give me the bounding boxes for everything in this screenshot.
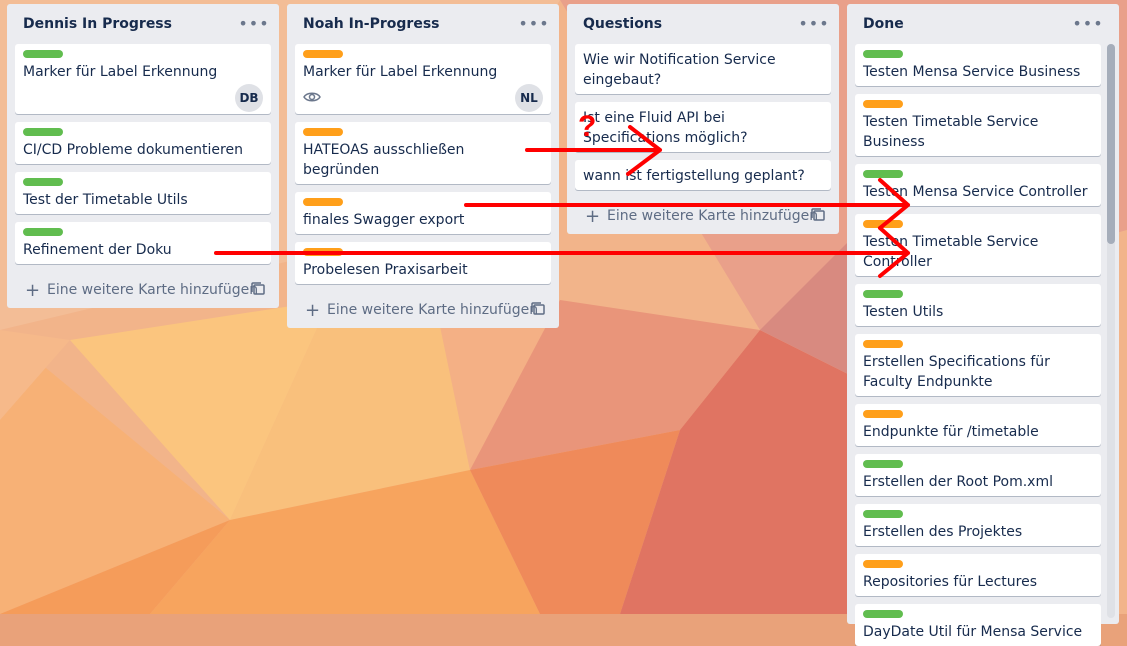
card-title: Ist eine Fluid API bei Specifications mö… (583, 110, 748, 146)
card[interactable]: Wie wir Notification Service eingebaut? (575, 44, 831, 94)
card[interactable]: Testen Utils (855, 284, 1101, 326)
card[interactable]: Refinement der Doku (15, 222, 271, 264)
card-title: CI/CD Probleme dokumentieren (23, 142, 243, 158)
card-title: finales Swagger export (303, 212, 465, 228)
label-green[interactable] (863, 610, 903, 618)
label-orange[interactable] (303, 198, 343, 206)
label-orange[interactable] (303, 248, 343, 256)
plus-icon: + (305, 299, 321, 321)
card[interactable]: Marker für Label Erkennung NL (295, 44, 551, 114)
card[interactable]: Probelesen Praxisarbeit (295, 242, 551, 284)
list-title[interactable]: Done (863, 16, 904, 32)
card[interactable]: Testen Mensa Service Controller (855, 164, 1101, 206)
label-orange[interactable] (863, 220, 903, 228)
label-green[interactable] (23, 178, 63, 186)
card-template-icon[interactable] (251, 282, 265, 296)
card-title: wann ist fertigstellung geplant? (583, 168, 805, 184)
label-green[interactable] (863, 170, 903, 178)
add-card-label: Eine weitere Karte hinzufügen (607, 208, 819, 224)
label-orange[interactable] (303, 128, 343, 136)
card-title: Testen Timetable Service Controller (863, 234, 1039, 270)
label-green[interactable] (23, 128, 63, 136)
card[interactable]: CI/CD Probleme dokumentieren (15, 122, 271, 164)
card-badges: DB (23, 84, 263, 112)
card-title: Testen Utils (863, 304, 944, 320)
card[interactable]: Testen Timetable Service Business (855, 94, 1101, 156)
card-title: Refinement der Doku (23, 242, 172, 258)
card-title: Erstellen der Root Pom.xml (863, 474, 1053, 490)
label-orange[interactable] (863, 340, 903, 348)
card-badges: NL (303, 84, 543, 112)
card[interactable]: wann ist fertigstellung geplant? (575, 160, 831, 190)
card-title: Wie wir Notification Service eingebaut? (583, 52, 776, 88)
list-questions: Questions ••• Wie wir Notification Servi… (567, 4, 839, 234)
label-green[interactable] (23, 50, 63, 58)
card[interactable]: Ist eine Fluid API bei Specifications mö… (575, 102, 831, 152)
card[interactable]: Repositories für Lectures (855, 554, 1101, 596)
card-title: Erstellen des Projektes (863, 524, 1023, 540)
list-header: Done ••• (855, 4, 1103, 44)
list-header: Noah In-Progress ••• (295, 4, 551, 44)
list-title[interactable]: Noah In-Progress (303, 16, 439, 32)
card-title: Testen Mensa Service Controller (863, 184, 1088, 200)
card[interactable]: Test der Timetable Utils (15, 172, 271, 214)
ellipsis-icon[interactable]: ••• (798, 10, 828, 36)
add-card-button[interactable]: + Eine weitere Karte hinzufügen (575, 198, 831, 234)
label-orange[interactable] (303, 50, 343, 58)
label-green[interactable] (23, 228, 63, 236)
avatar[interactable]: DB (235, 84, 263, 112)
card-title: Testen Mensa Service Business (863, 64, 1081, 80)
list-title[interactable]: Questions (583, 16, 662, 32)
label-green[interactable] (863, 50, 903, 58)
list-noah-in-progress: Noah In-Progress ••• Marker für Label Er… (287, 4, 559, 328)
card[interactable]: HATEOAS ausschließen begründen (295, 122, 551, 184)
label-green[interactable] (863, 290, 903, 298)
ellipsis-icon[interactable]: ••• (1072, 10, 1102, 36)
label-orange[interactable] (863, 410, 903, 418)
card-title: DayDate Util für Mensa Service (863, 624, 1083, 640)
card[interactable]: Marker für Label Erkennung DB (15, 44, 271, 114)
card[interactable]: DayDate Util für Mensa Service (855, 604, 1101, 646)
add-card-button[interactable]: + Eine weitere Karte hinzufügen (15, 272, 271, 308)
card-title: Marker für Label Erkennung (23, 64, 218, 80)
scrollbar[interactable] (1107, 44, 1115, 618)
card-title: Testen Timetable Service Business (863, 114, 1039, 150)
card-template-icon[interactable] (811, 208, 825, 222)
add-card-label: Eine weitere Karte hinzufügen (327, 302, 539, 318)
card[interactable]: Testen Mensa Service Business (855, 44, 1101, 86)
add-card-label: Eine weitere Karte hinzufügen (47, 282, 259, 298)
list-header: Questions ••• (575, 4, 831, 44)
list-title[interactable]: Dennis In Progress (23, 16, 172, 32)
card-title: Marker für Label Erkennung (303, 64, 498, 80)
avatar[interactable]: NL (515, 84, 543, 112)
card[interactable]: Endpunkte für /timetable (855, 404, 1101, 446)
plus-icon: + (585, 205, 601, 227)
list-dennis-in-progress: Dennis In Progress ••• Marker für Label … (7, 4, 279, 308)
card-title: Endpunkte für /timetable (863, 424, 1039, 440)
card[interactable]: Erstellen der Root Pom.xml (855, 454, 1101, 496)
card-title: Test der Timetable Utils (23, 192, 188, 208)
label-green[interactable] (863, 460, 903, 468)
list-header: Dennis In Progress ••• (15, 4, 271, 44)
ellipsis-icon[interactable]: ••• (518, 10, 548, 36)
card-title: Erstellen Specifications für Faculty End… (863, 354, 1050, 390)
card-title: Repositories für Lectures (863, 574, 1037, 590)
card-template-icon[interactable] (531, 302, 545, 316)
card[interactable]: finales Swagger export (295, 192, 551, 234)
list-done: Done ••• Testen Mensa Service Business T… (847, 4, 1119, 646)
label-orange[interactable] (863, 560, 903, 568)
ellipsis-icon[interactable]: ••• (238, 10, 268, 36)
card[interactable]: Erstellen Specifications für Faculty End… (855, 334, 1101, 396)
label-green[interactable] (863, 510, 903, 518)
card[interactable]: Testen Timetable Service Controller (855, 214, 1101, 276)
plus-icon: + (25, 279, 41, 301)
label-orange[interactable] (863, 100, 903, 108)
eye-icon (303, 92, 321, 102)
scrollbar-thumb[interactable] (1107, 44, 1115, 244)
card[interactable]: Erstellen des Projektes (855, 504, 1101, 546)
add-card-button[interactable]: + Eine weitere Karte hinzufügen (295, 292, 551, 328)
card-title: Probelesen Praxisarbeit (303, 262, 468, 278)
card-title: HATEOAS ausschließen begründen (303, 142, 465, 178)
